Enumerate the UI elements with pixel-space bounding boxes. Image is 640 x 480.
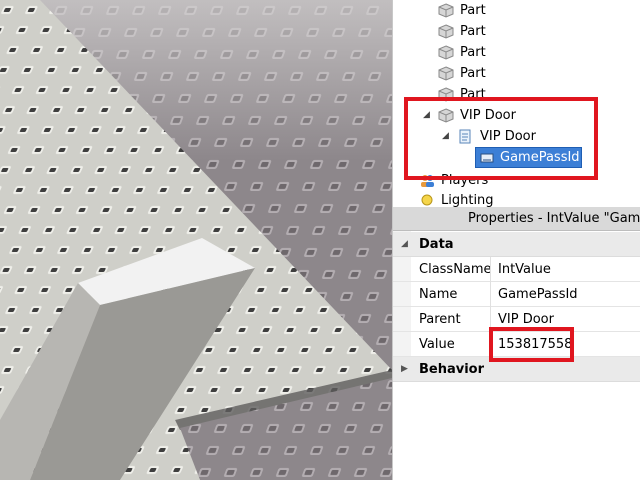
category-label: Data <box>419 237 454 252</box>
property-name: Parent <box>419 312 461 327</box>
part-icon <box>438 45 454 60</box>
highlight-box-value <box>489 327 574 362</box>
properties-panel: Properties - IntValue "GameP ◢ Data Clas… <box>392 207 640 480</box>
part-icon <box>438 3 454 18</box>
tree-item-part[interactable]: Part <box>393 63 640 84</box>
part-icon <box>438 66 454 81</box>
tree-item-label: Part <box>460 24 486 39</box>
explorer-panel: Part Part Part Part Part ◢ VIP Door ◢ VI… <box>392 0 640 207</box>
category-data[interactable]: ◢ Data <box>393 232 640 257</box>
expand-arrow-icon[interactable]: ▶ <box>401 357 408 382</box>
lighting-icon <box>421 194 433 206</box>
property-name: ClassName <box>419 262 492 277</box>
tree-item-label: Lighting <box>441 193 494 207</box>
viewport-scene <box>0 0 392 480</box>
tree-item-label: Part <box>460 66 486 81</box>
tree-item-lighting[interactable]: Lighting <box>393 190 640 207</box>
property-row-name[interactable]: Name GamePassId <box>393 282 640 307</box>
tree-item-part[interactable]: Part <box>393 0 640 21</box>
property-name: Value <box>419 337 455 352</box>
properties-title: Properties - IntValue "GameP <box>393 207 640 231</box>
category-label: Behavior <box>419 362 485 377</box>
collapse-arrow-icon[interactable]: ◢ <box>401 232 408 257</box>
tree-item-label: Part <box>460 3 486 18</box>
property-name: Name <box>419 287 458 302</box>
property-row-classname: ClassName IntValue <box>393 257 640 282</box>
property-value[interactable]: GamePassId <box>498 282 578 307</box>
3d-viewport[interactable] <box>0 0 392 480</box>
tree-item-part[interactable]: Part <box>393 42 640 63</box>
tree-item-label: Part <box>460 45 486 60</box>
property-value: IntValue <box>498 262 551 277</box>
part-icon <box>438 24 454 39</box>
tree-item-part[interactable]: Part <box>393 21 640 42</box>
highlight-box-explorer <box>404 97 598 180</box>
